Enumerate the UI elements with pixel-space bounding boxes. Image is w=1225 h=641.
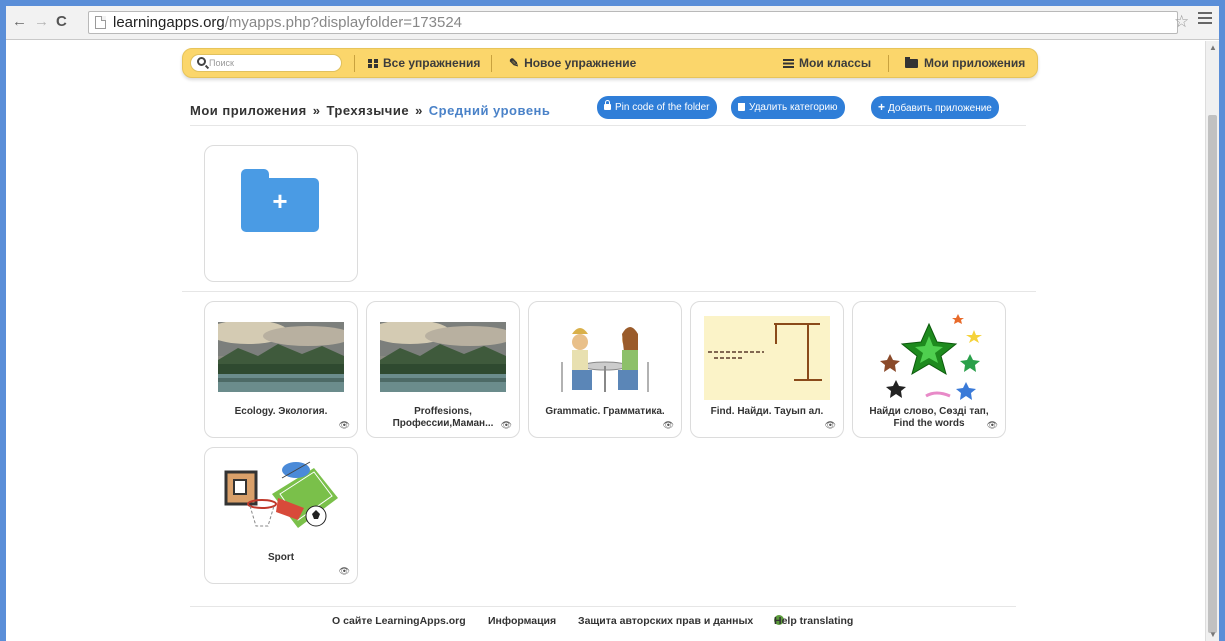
hidden-eye-icon[interactable]: 👁 xyxy=(663,420,674,431)
add-app-label: Добавить приложение xyxy=(888,103,992,114)
pin-code-button[interactable]: Pin code of the folder xyxy=(597,96,717,119)
list-icon xyxy=(783,59,794,68)
add-folder-card[interactable]: + xyxy=(204,145,358,282)
nav-my-apps[interactable]: Мои приложения xyxy=(905,56,1025,71)
breadcrumb-separator: » xyxy=(312,103,321,118)
plus-icon: + xyxy=(878,100,886,114)
folder-open-icon xyxy=(905,57,918,68)
search-input[interactable] xyxy=(209,56,337,70)
app-thumbnail-image xyxy=(218,322,344,392)
footer-help-label: Help translating xyxy=(774,615,854,627)
forward-arrow-icon[interactable]: → xyxy=(34,14,49,30)
app-title: Find. Найди. Тауып ал. xyxy=(710,406,824,417)
delete-category-button[interactable]: Удалить категорию xyxy=(731,96,845,119)
search-icon xyxy=(197,57,206,66)
app-thumbnail-image xyxy=(542,322,668,392)
pin-code-label: Pin code of the folder xyxy=(615,102,710,113)
reload-icon[interactable]: C xyxy=(56,14,67,30)
url-host: learningapps.org xyxy=(113,14,225,31)
browser-menu-icon[interactable] xyxy=(1198,12,1212,26)
app-title: Найди слово, Сөзді тап, Find the words xyxy=(869,406,989,429)
app-card[interactable]: Grammatic. Грамматика. 👁 xyxy=(528,301,682,438)
page-viewport: Все упражнения ✎ Новое упражнение Мои кла… xyxy=(6,41,1205,641)
breadcrumb-separator: » xyxy=(415,103,423,118)
search-box[interactable] xyxy=(190,54,342,72)
address-url: learningapps.org/myapps.php?displayfolde… xyxy=(113,14,462,31)
hidden-eye-icon[interactable]: 👁 xyxy=(987,420,998,431)
nav-my-classes-label: Мои классы xyxy=(799,56,872,70)
folder-plus-icon: + xyxy=(241,169,319,232)
nav-all-exercises-label: Все упражнения xyxy=(383,56,481,70)
address-bar[interactable]: learningapps.org/myapps.php?displayfolde… xyxy=(88,11,1178,34)
app-title: Ecology. Экология. xyxy=(234,406,328,417)
nav-divider xyxy=(491,55,492,72)
hidden-eye-icon[interactable]: 👁 xyxy=(825,420,836,431)
app-card[interactable]: Sport 👁 xyxy=(204,447,358,584)
footer-about-link[interactable]: О сайте LearningApps.org xyxy=(332,615,466,627)
breadcrumb: Мои приложения » Трехязычие » Средний уровен… xyxy=(190,103,550,118)
divider xyxy=(190,125,1026,126)
divider xyxy=(182,291,1036,292)
nav-new-exercise[interactable]: ✎ Новое упражнение xyxy=(509,56,636,71)
nav-new-exercise-label: Новое упражнение xyxy=(524,56,637,70)
app-thumbnail-image xyxy=(704,316,830,400)
app-card[interactable]: Find. Найди. Тауып ал. 👁 xyxy=(690,301,844,438)
delete-category-label: Удалить категорию xyxy=(749,102,838,113)
footer-info-link[interactable]: Информация xyxy=(488,615,556,627)
breadcrumb-middle[interactable]: Трехязычие xyxy=(326,103,409,118)
nav-all-exercises[interactable]: Все упражнения xyxy=(368,56,480,71)
add-app-button[interactable]: + Добавить приложение xyxy=(871,96,999,119)
back-arrow-icon[interactable]: ← xyxy=(12,14,27,30)
scroll-up-icon[interactable]: ▲ xyxy=(1209,43,1217,52)
nav-my-apps-label: Мои приложения xyxy=(924,56,1026,70)
app-thumbnail-image xyxy=(218,458,344,544)
lock-icon xyxy=(604,100,611,110)
pencil-icon: ✎ xyxy=(509,56,520,70)
app-card[interactable]: Найди слово, Сөзді тап, Find the words 👁 xyxy=(852,301,1006,438)
grid-icon xyxy=(368,59,378,68)
scroll-down-icon[interactable]: ▼ xyxy=(1209,630,1217,639)
app-title: Grammatic. Грамматика. xyxy=(545,406,665,417)
nav-my-classes[interactable]: Мои классы xyxy=(783,56,871,71)
nav-divider xyxy=(888,55,889,72)
browser-toolbar: ← → C learningapps.org/myapps.php?displa… xyxy=(6,6,1219,40)
hidden-eye-icon[interactable]: 👁 xyxy=(501,420,512,431)
vertical-scrollbar[interactable]: ▲ ▼ xyxy=(1205,41,1219,641)
scrollbar-thumb[interactable] xyxy=(1208,115,1217,633)
hidden-eye-icon[interactable]: 👁 xyxy=(339,420,350,431)
trash-icon xyxy=(738,103,745,111)
app-thumbnail-image xyxy=(866,310,992,402)
app-nav-bar: Все упражнения ✎ Новое упражнение Мои кла… xyxy=(182,48,1038,78)
browser-window: ← → C learningapps.org/myapps.php?displa… xyxy=(6,6,1219,641)
url-path: /myapps.php?displayfolder=173524 xyxy=(224,14,463,31)
breadcrumb-current: Средний уровень xyxy=(428,103,551,118)
app-card[interactable]: Proffesions, Профессии,Маман... 👁 xyxy=(366,301,520,438)
bookmark-star-icon[interactable]: ☆ xyxy=(1174,12,1189,32)
app-card[interactable]: Ecology. Экология. 👁 xyxy=(204,301,358,438)
divider xyxy=(190,606,1016,607)
hidden-eye-icon[interactable]: 👁 xyxy=(339,566,350,577)
page-icon xyxy=(95,16,106,29)
app-title: Proffesions, Профессии,Маман... xyxy=(392,406,494,429)
nav-divider xyxy=(354,55,355,72)
breadcrumb-root[interactable]: Мои приложения xyxy=(190,103,307,118)
app-thumbnail-image xyxy=(380,322,506,392)
footer-privacy-link[interactable]: Защита авторских прав и данных xyxy=(578,615,753,627)
app-title: Sport xyxy=(267,552,295,563)
